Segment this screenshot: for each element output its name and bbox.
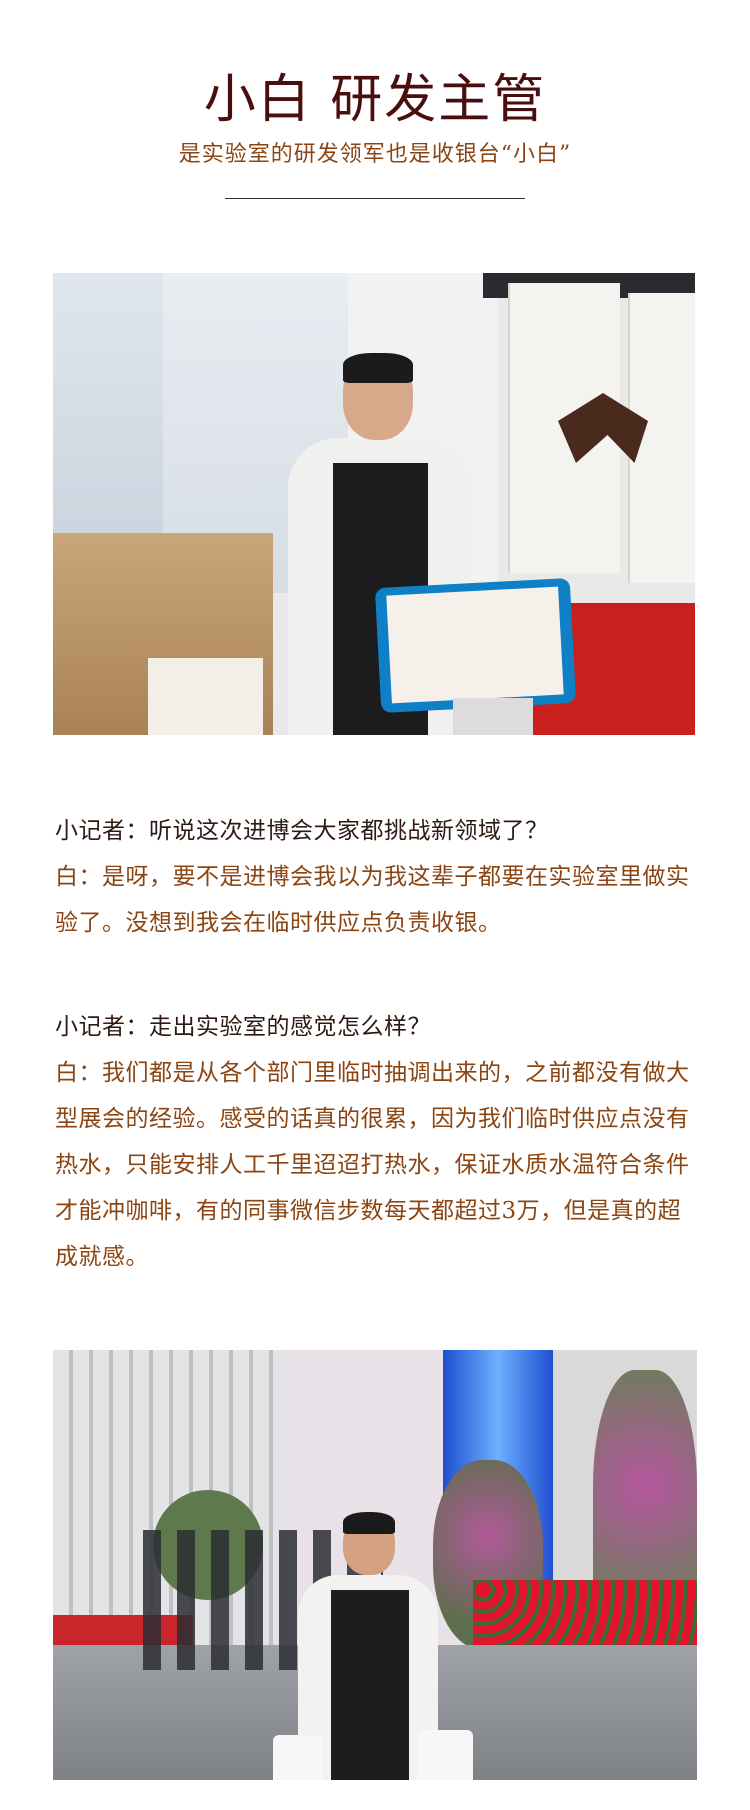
- page-title: 小白 研发主管: [203, 70, 547, 130]
- qa-answer-2: 白：我们都是从各个部门里临时抽调出来的，之前都没有做大型展会的经验。感受的话真的…: [55, 1060, 690, 1270]
- person-hair: [343, 1512, 395, 1534]
- pos-screen-display: [386, 586, 564, 704]
- photo-bg-sign: [148, 658, 263, 735]
- person-hair: [343, 353, 413, 383]
- qa-answer-1: 白：是呀，要不是进博会我以为我这辈子都要在实验室里做实验了。没想到我会在临时供应…: [55, 864, 690, 936]
- photo-walking-expo: [53, 1350, 697, 1780]
- page-subtitle: 是实验室的研发领军也是收银台“小白”: [178, 142, 572, 167]
- photo-bg-wall-left: [53, 273, 163, 573]
- person-apron: [331, 1590, 409, 1780]
- qa-question-1: 小记者：听说这次进博会大家都挑战新领域了？: [55, 818, 549, 844]
- shopping-bag: [273, 1735, 323, 1780]
- shopping-bag: [418, 1730, 473, 1780]
- pos-stand: [453, 698, 533, 735]
- photo-cashier-booth: [53, 273, 695, 735]
- photo-bg-red-flowers: [473, 1580, 697, 1650]
- title-divider: [225, 198, 525, 199]
- qa-question-2: 小记者：走出实验室的感觉怎么样？: [55, 1014, 431, 1040]
